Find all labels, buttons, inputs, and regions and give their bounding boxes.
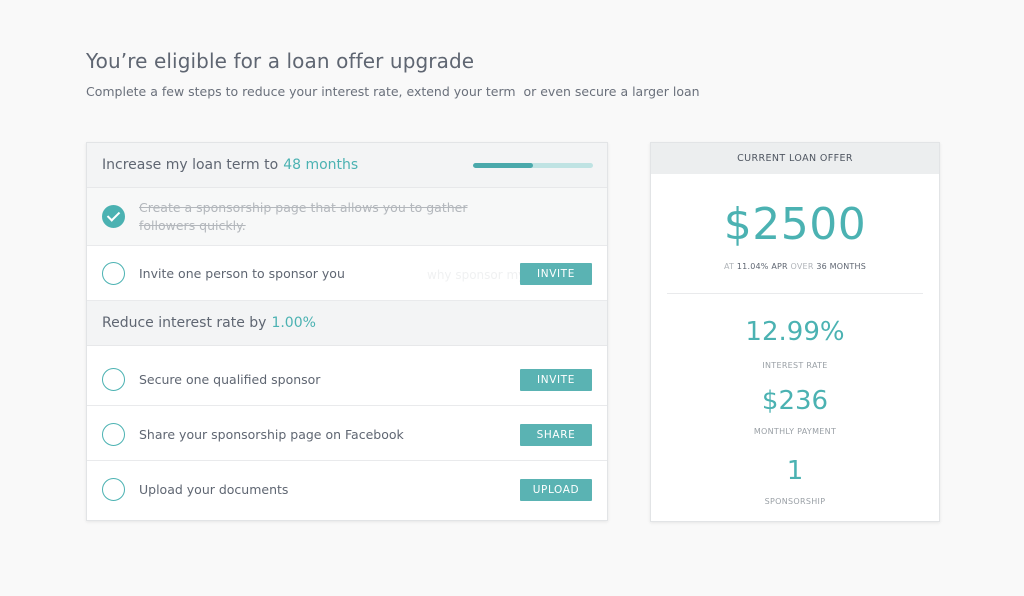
monthly-payment-label: MONTHLY PAYMENT (753, 427, 837, 436)
step-row-share-facebook: Share your sponsorship page on Facebook … (87, 406, 607, 461)
upgrade-steps-panel: Increase my loan term to 48 months Creat… (86, 142, 608, 521)
step-row-upload-documents: Upload your documents UPLOAD (87, 461, 607, 520)
offer-over-word: OVER (790, 262, 814, 271)
page-subtitle: Complete a few steps to reduce your inte… (86, 84, 700, 99)
empty-circle-icon[interactable] (102, 262, 125, 285)
section-highlight-rate: 1.00% (271, 315, 316, 331)
monthly-payment-value: $236 (761, 386, 829, 416)
section-title-prefix: Reduce interest rate by (102, 315, 267, 331)
section-header-interest-rate: Reduce interest rate by 1.00% (87, 301, 607, 346)
interest-rate-value: 12.99% (745, 317, 845, 347)
current-offer-panel: CURRENT LOAN OFFER $2500 AT 11.04% APR O… (650, 142, 940, 522)
offer-terms: AT 11.04% APR OVER 36 MONTHS (651, 262, 939, 271)
step-label-qualified-sponsor: Secure one qualified sponsor (139, 372, 321, 387)
loan-term-progress-bar (473, 163, 593, 168)
empty-circle-icon[interactable] (102, 423, 125, 446)
offer-amount: $2500 (723, 199, 867, 250)
offer-divider (667, 293, 923, 294)
empty-circle-icon[interactable] (102, 478, 125, 501)
offer-header: CURRENT LOAN OFFER (651, 143, 939, 174)
step-label-share-facebook: Share your sponsorship page on Facebook (139, 427, 404, 442)
upload-button[interactable]: UPLOAD (520, 479, 592, 501)
step-row-qualified-sponsor: Secure one qualified sponsor INVITE (87, 346, 607, 406)
offer-at-word: AT (723, 262, 735, 271)
step-label-upload-documents: Upload your documents (139, 482, 289, 497)
invite-sponsor-button[interactable]: INVITE (520, 263, 592, 285)
section-header-loan-term: Increase my loan term to 48 months (87, 143, 607, 188)
empty-circle-icon[interactable] (102, 368, 125, 391)
offer-term: 36 MONTHS (816, 262, 867, 271)
section-title-prefix: Increase my loan term to (102, 157, 279, 173)
share-button[interactable]: SHARE (520, 424, 592, 446)
progress-fill (473, 163, 533, 168)
sponsorship-value: 1 (786, 456, 804, 486)
step-row-create-page: Create a sponsorship page that allows yo… (87, 188, 607, 246)
step-row-invite-sponsor: Invite one person to sponsor you why spo… (87, 246, 607, 301)
invite-qualified-sponsor-button[interactable]: INVITE (520, 369, 592, 391)
check-circle-icon[interactable] (102, 205, 125, 228)
offer-apr: 11.04% APR (736, 262, 788, 271)
interest-rate-label: INTEREST RATE (762, 361, 828, 370)
page-title: You’re eligible for a loan offer upgrade (86, 49, 475, 73)
step-label-invite-sponsor: Invite one person to sponsor you (139, 266, 345, 281)
section-highlight-term: 48 months (283, 157, 359, 173)
step-label-create-page: Create a sponsorship page that allows yo… (139, 200, 468, 233)
sponsorship-label: SPONSORSHIP (764, 497, 826, 506)
